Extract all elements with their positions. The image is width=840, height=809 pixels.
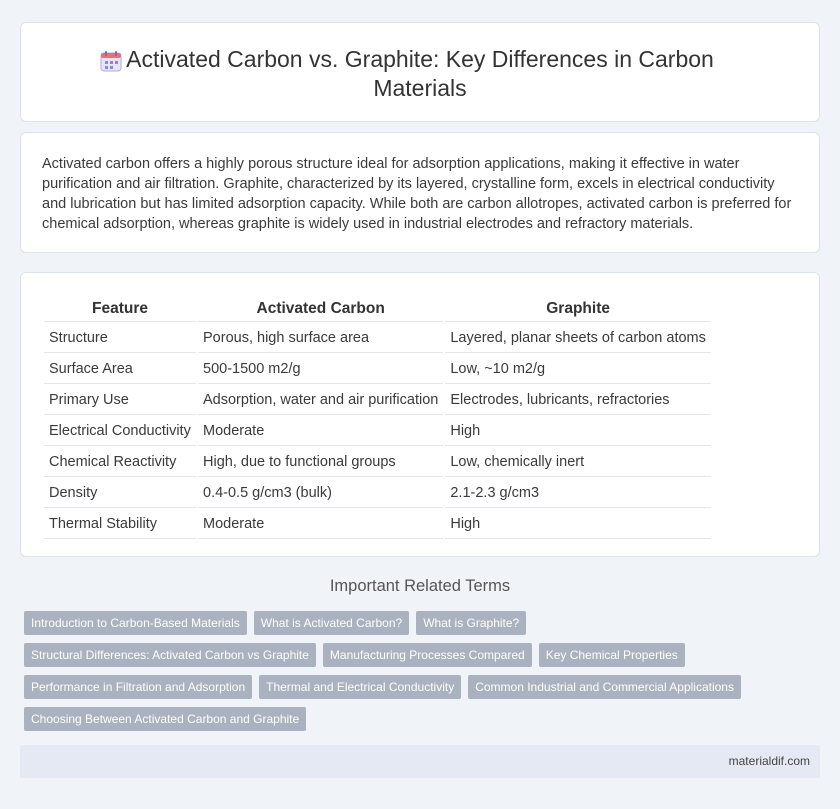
related-term-tag[interactable]: Key Chemical Properties bbox=[538, 643, 685, 667]
related-terms-list: Introduction to Carbon-Based Materials W… bbox=[24, 611, 804, 739]
table-row: Chemical Reactivity High, due to functio… bbox=[44, 448, 711, 477]
table-row: Structure Porous, high surface area Laye… bbox=[44, 324, 711, 353]
footer: materialdif.com bbox=[20, 745, 820, 778]
related-term-tag[interactable]: Structural Differences: Activated Carbon… bbox=[24, 643, 316, 667]
related-terms-heading: Important Related Terms bbox=[329, 577, 511, 595]
comparison-card: Feature Activated Carbon Graphite Struct… bbox=[20, 272, 820, 557]
table-row: Density 0.4-0.5 g/cm3 (bulk) 2.1-2.3 g/c… bbox=[44, 479, 711, 508]
table-row: Electrical Conductivity Moderate High bbox=[44, 417, 711, 446]
cell-activated-carbon: High, due to functional groups bbox=[198, 448, 444, 477]
cell-activated-carbon: Porous, high surface area bbox=[198, 324, 444, 353]
related-term-tag[interactable]: What is Activated Carbon? bbox=[253, 611, 410, 635]
cell-feature: Primary Use bbox=[44, 386, 196, 415]
cell-feature: Electrical Conductivity bbox=[44, 417, 196, 446]
cell-feature: Thermal Stability bbox=[44, 510, 196, 539]
cell-graphite: Layered, planar sheets of carbon atoms bbox=[445, 324, 711, 353]
cell-graphite: High bbox=[445, 417, 711, 446]
related-term-tag[interactable]: Thermal and Electrical Conductivity bbox=[259, 675, 462, 699]
related-term-tag[interactable]: What is Graphite? bbox=[416, 611, 527, 635]
cell-activated-carbon: Moderate bbox=[198, 417, 444, 446]
intro-card: Activated carbon offers a highly porous … bbox=[20, 132, 820, 253]
header-feature: Feature bbox=[44, 297, 196, 322]
related-term-tag[interactable]: Manufacturing Processes Compared bbox=[322, 643, 532, 667]
cell-graphite: High bbox=[445, 510, 711, 539]
related-term-tag[interactable]: Common Industrial and Commercial Applica… bbox=[468, 675, 741, 699]
cell-activated-carbon: 0.4-0.5 g/cm3 (bulk) bbox=[198, 479, 444, 508]
header-card: Activated Carbon vs. Graphite: Key Diffe… bbox=[20, 22, 820, 122]
table-header-row: Feature Activated Carbon Graphite bbox=[44, 297, 711, 322]
header-activated-carbon: Activated Carbon bbox=[198, 297, 444, 322]
footer-site-link[interactable]: materialdif.com bbox=[729, 754, 810, 768]
cell-activated-carbon: Adsorption, water and air purification bbox=[198, 386, 444, 415]
cell-graphite: 2.1-2.3 g/cm3 bbox=[445, 479, 711, 508]
table-row: Surface Area 500-1500 m2/g Low, ~10 m2/g bbox=[44, 355, 711, 384]
cell-feature: Chemical Reactivity bbox=[44, 448, 196, 477]
table-row: Thermal Stability Moderate High bbox=[44, 510, 711, 539]
cell-feature: Density bbox=[44, 479, 196, 508]
cell-feature: Structure bbox=[44, 324, 196, 353]
cell-activated-carbon: 500-1500 m2/g bbox=[198, 355, 444, 384]
intro-paragraph: Activated carbon offers a highly porous … bbox=[42, 156, 792, 232]
header-graphite: Graphite bbox=[445, 297, 711, 322]
cell-activated-carbon: Moderate bbox=[198, 510, 444, 539]
comparison-table: Feature Activated Carbon Graphite Struct… bbox=[42, 295, 713, 541]
cell-feature: Surface Area bbox=[44, 355, 196, 384]
related-term-tag[interactable]: Introduction to Carbon-Based Materials bbox=[24, 611, 247, 635]
related-term-tag[interactable]: Performance in Filtration and Adsorption bbox=[24, 675, 253, 699]
page-title: Activated Carbon vs. Graphite: Key Diffe… bbox=[126, 46, 714, 101]
cell-graphite: Low, ~10 m2/g bbox=[445, 355, 711, 384]
cell-graphite: Low, chemically inert bbox=[445, 448, 711, 477]
table-row: Primary Use Adsorption, water and air pu… bbox=[44, 386, 711, 415]
cell-graphite: Electrodes, lubricants, refractories bbox=[445, 386, 711, 415]
related-term-tag[interactable]: Choosing Between Activated Carbon and Gr… bbox=[24, 707, 307, 731]
